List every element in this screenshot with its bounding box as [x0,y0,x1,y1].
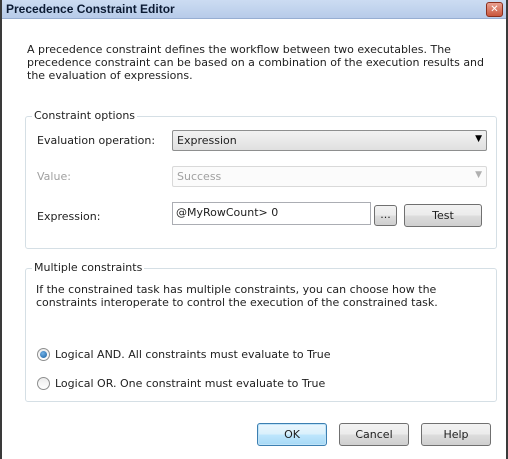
ok-button[interactable]: OK [257,423,327,446]
cancel-button[interactable]: Cancel [339,423,409,446]
title-bar[interactable]: Precedence Constraint Editor ✕ [2,0,506,19]
evaluation-operation-dropdown[interactable]: Expression ▼ [172,130,487,151]
expression-input[interactable]: @MyRowCount> 0 [172,202,371,225]
value-label: Value: [37,170,71,183]
multiple-constraints-legend: Multiple constraints [32,261,145,274]
test-button[interactable]: Test [404,204,482,227]
multiple-constraints-description: If the constrained task has multiple con… [36,283,438,309]
logical-and-radio[interactable] [37,348,50,361]
intro-description: A precedence constraint defines the work… [27,43,485,82]
logical-and-label[interactable]: Logical AND. All constraints must evalua… [55,348,331,361]
close-button[interactable]: ✕ [486,2,503,17]
logical-or-radio[interactable] [37,377,50,390]
constraint-options-group: Constraint options Evaluation operation:… [25,109,497,249]
chevron-down-icon: ▼ [475,170,482,180]
chevron-down-icon: ▼ [475,134,482,144]
evaluation-operation-value: Expression [177,134,237,147]
evaluation-operation-label: Evaluation operation: [37,134,156,147]
logical-or-label[interactable]: Logical OR. One constraint must evaluate… [55,377,325,390]
value-dropdown-value: Success [177,170,222,183]
expression-input-value: @MyRowCount> 0 [176,206,279,219]
constraint-options-legend: Constraint options [32,109,138,122]
expression-builder-button[interactable]: ... [374,205,397,226]
help-button[interactable]: Help [421,423,491,446]
precedence-constraint-editor-dialog: Precedence Constraint Editor ✕ A precede… [0,0,508,459]
close-icon: ✕ [490,4,499,15]
window-title: Precedence Constraint Editor [6,2,175,16]
expression-label: Expression: [37,210,101,223]
value-dropdown[interactable]: Success ▼ [172,166,487,187]
